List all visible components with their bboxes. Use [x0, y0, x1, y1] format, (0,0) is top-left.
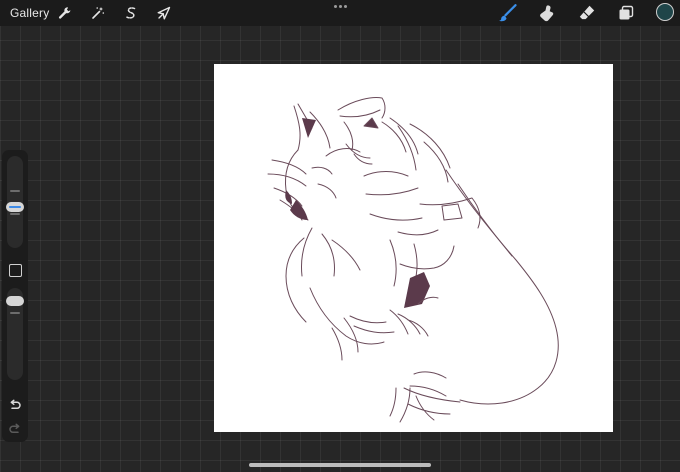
undo-icon[interactable] — [7, 398, 23, 414]
gallery-button[interactable]: Gallery — [10, 5, 49, 21]
magic-wand-icon[interactable] — [88, 3, 108, 23]
home-indicator[interactable] — [249, 463, 431, 467]
opacity-tick — [10, 312, 20, 314]
arrow-cursor-icon[interactable] — [154, 3, 174, 23]
redo-icon[interactable] — [7, 422, 23, 438]
procreate-workspace: Gallery — [0, 0, 680, 472]
size-tick-top — [10, 190, 20, 192]
left-sidebar — [2, 150, 28, 442]
top-toolbar: Gallery — [0, 0, 680, 26]
brush-icon[interactable] — [496, 3, 518, 23]
smudge-icon[interactable] — [536, 3, 558, 23]
opacity-thumb[interactable] — [6, 296, 24, 306]
brush-size-thumb[interactable] — [6, 202, 24, 212]
square-icon[interactable] — [9, 264, 22, 277]
layers-icon[interactable] — [615, 3, 637, 23]
character-sketch — [267, 97, 559, 423]
selection-s-icon[interactable] — [121, 3, 141, 23]
wrench-icon[interactable] — [55, 3, 75, 23]
more-dots-icon[interactable] — [331, 3, 349, 9]
color-swatch[interactable] — [656, 3, 674, 21]
eraser-icon[interactable] — [576, 3, 598, 23]
size-tick-bottom — [10, 213, 20, 215]
drawing-canvas[interactable] — [214, 64, 613, 432]
